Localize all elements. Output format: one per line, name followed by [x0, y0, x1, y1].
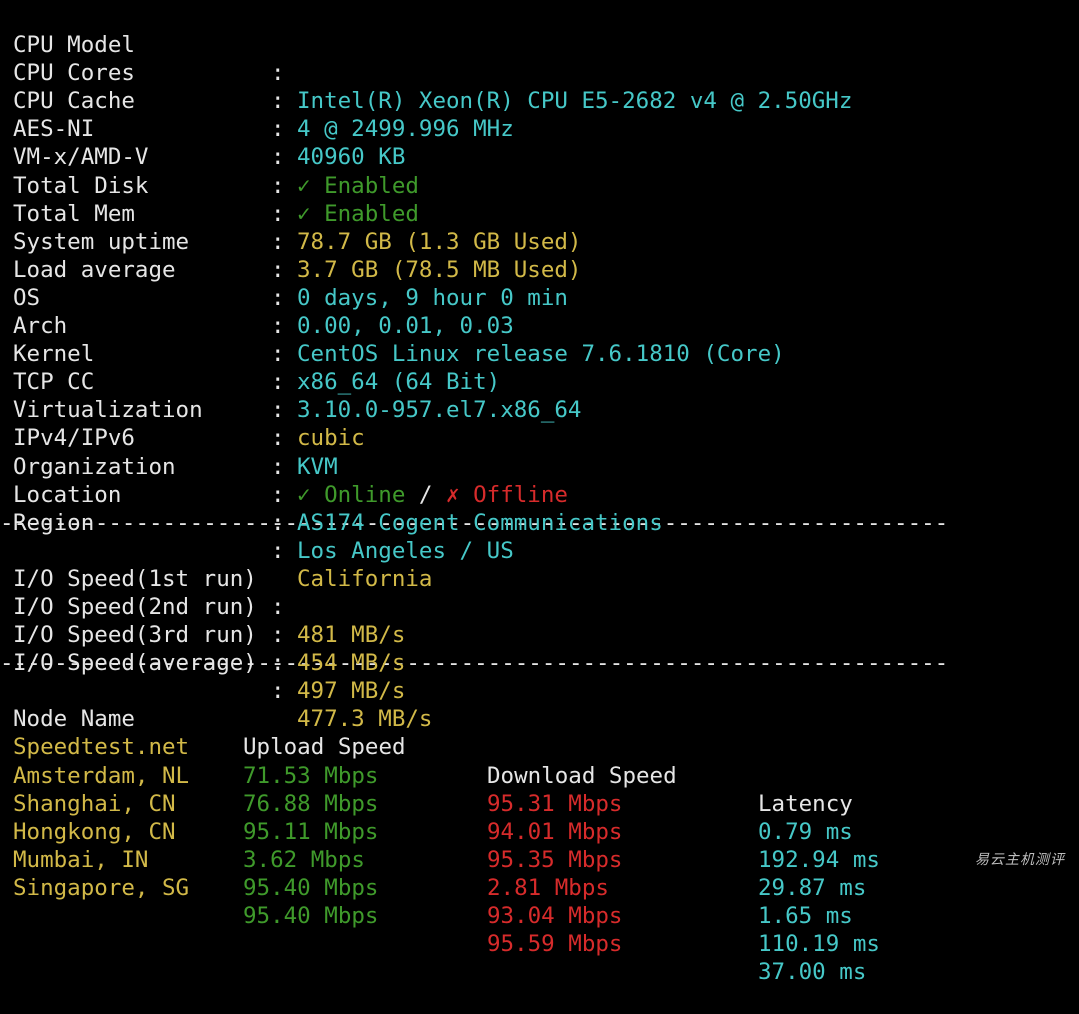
colon-separator: :	[271, 509, 285, 536]
io-row-average: I/O Speed(average) : 477.3 MB/s	[13, 621, 1079, 732]
latency: 110.19 ms	[758, 931, 880, 958]
sysinfo-row-region: Region : California	[13, 481, 1079, 592]
sysinfo-value: AS174 Cogent Communications	[297, 509, 663, 536]
sysinfo-row-cpu-cache: CPU Cache : 40960 KB	[13, 59, 1079, 170]
sysinfo-row-total-disk: Total Disk : 78.7 GB (1.3 GB Used)	[13, 143, 1079, 255]
colon-separator: :	[271, 650, 285, 677]
sysinfo-row-ip-stack: IPv4/IPv6 : ✓ Online / ✗ Offline	[13, 396, 1079, 507]
io-row-3rd-run: I/O Speed(3rd run) : 497 MB/s	[13, 593, 1079, 704]
download-speed: 2.81 Mbps	[487, 874, 609, 901]
speedtest-row: Mumbai, IN 95.40 Mbps 93.04 Mbps 110.19 …	[13, 818, 1079, 957]
sysinfo-row-cpu-cores: CPU Cores : 4 @ 2499.996 MHz	[13, 31, 1079, 142]
sysinfo-row-aes-ni: AES-NI : ✓ Enabled	[13, 87, 1079, 198]
sysinfo-row-kernel: Kernel : 3.10.0-957.el7.x86_64	[13, 312, 1079, 423]
sysinfo-row-organization: Organization : AS174 Cogent Communicatio…	[13, 424, 1079, 536]
io-value: 454 MB/s	[297, 650, 406, 677]
sysinfo-row-os: OS : CentOS Linux release 7.6.1810 (Core…	[13, 256, 1079, 367]
upload-speed: 95.40 Mbps	[243, 874, 379, 901]
latency: 37.00 ms	[758, 959, 867, 986]
io-row-2nd-run: I/O Speed(2nd run) : 454 MB/s	[13, 565, 1079, 676]
terminal-output: CPU Model : Intel(R) Xeon(R) CPU E5-2682…	[0, 3, 1079, 985]
io-label: I/O Speed(average)	[13, 650, 257, 677]
io-row-1st-run: I/O Speed(1st run) : 481 MB/s	[13, 537, 1079, 648]
download-speed: 93.04 Mbps	[487, 903, 623, 929]
sysinfo-row-tcp-cc: TCP CC : cubic	[13, 340, 1079, 451]
latency: 1.65 ms	[758, 903, 853, 929]
sysinfo-row-total-mem: Total Mem : 3.7 GB (78.5 MB Used)	[13, 172, 1079, 283]
speedtest-row: Speedtest.net 71.53 Mbps 95.31 Mbps 0.79…	[13, 705, 1079, 844]
sysinfo-label: Region	[13, 509, 95, 536]
sysinfo-row-load-average: Load average : 0.00, 0.01, 0.03	[13, 228, 1079, 339]
watermark-text: 易云主机测评	[975, 852, 1065, 868]
latency: 29.87 ms	[758, 874, 867, 901]
sysinfo-row-cpu-model: CPU Model : Intel(R) Xeon(R) CPU E5-2682…	[13, 3, 1079, 114]
speedtest-row: Shanghai, CN 95.11 Mbps 95.35 Mbps 29.87…	[13, 762, 1079, 901]
sysinfo-row-virtualization: Virtualization : KVM	[13, 368, 1079, 479]
speedtest-header-row: Node Name Upload Speed Download Speed La…	[13, 677, 1079, 816]
speedtest-row: Hongkong, CN 3.62 Mbps 2.81 Mbps 1.65 ms	[13, 790, 1079, 929]
speedtest-row: Amsterdam, NL 76.88 Mbps 94.01 Mbps 192.…	[13, 733, 1079, 873]
sysinfo-row-arch: Arch : x86_64 (64 Bit)	[13, 284, 1079, 395]
speedtest-row: Singapore, SG 95.40 Mbps 95.59 Mbps 37.0…	[13, 846, 1079, 985]
sysinfo-row-uptime: System uptime : 0 days, 9 hour 0 min	[13, 200, 1079, 311]
node-name: Singapore, SG	[13, 874, 190, 901]
sysinfo-row-vmx: VM-x/AMD-V : ✓ Enabled	[13, 115, 1079, 226]
upload-speed: 95.40 Mbps	[243, 903, 379, 929]
download-speed: 95.59 Mbps	[487, 931, 623, 958]
sysinfo-row-location: Location : Los Angeles / US	[13, 453, 1079, 564]
